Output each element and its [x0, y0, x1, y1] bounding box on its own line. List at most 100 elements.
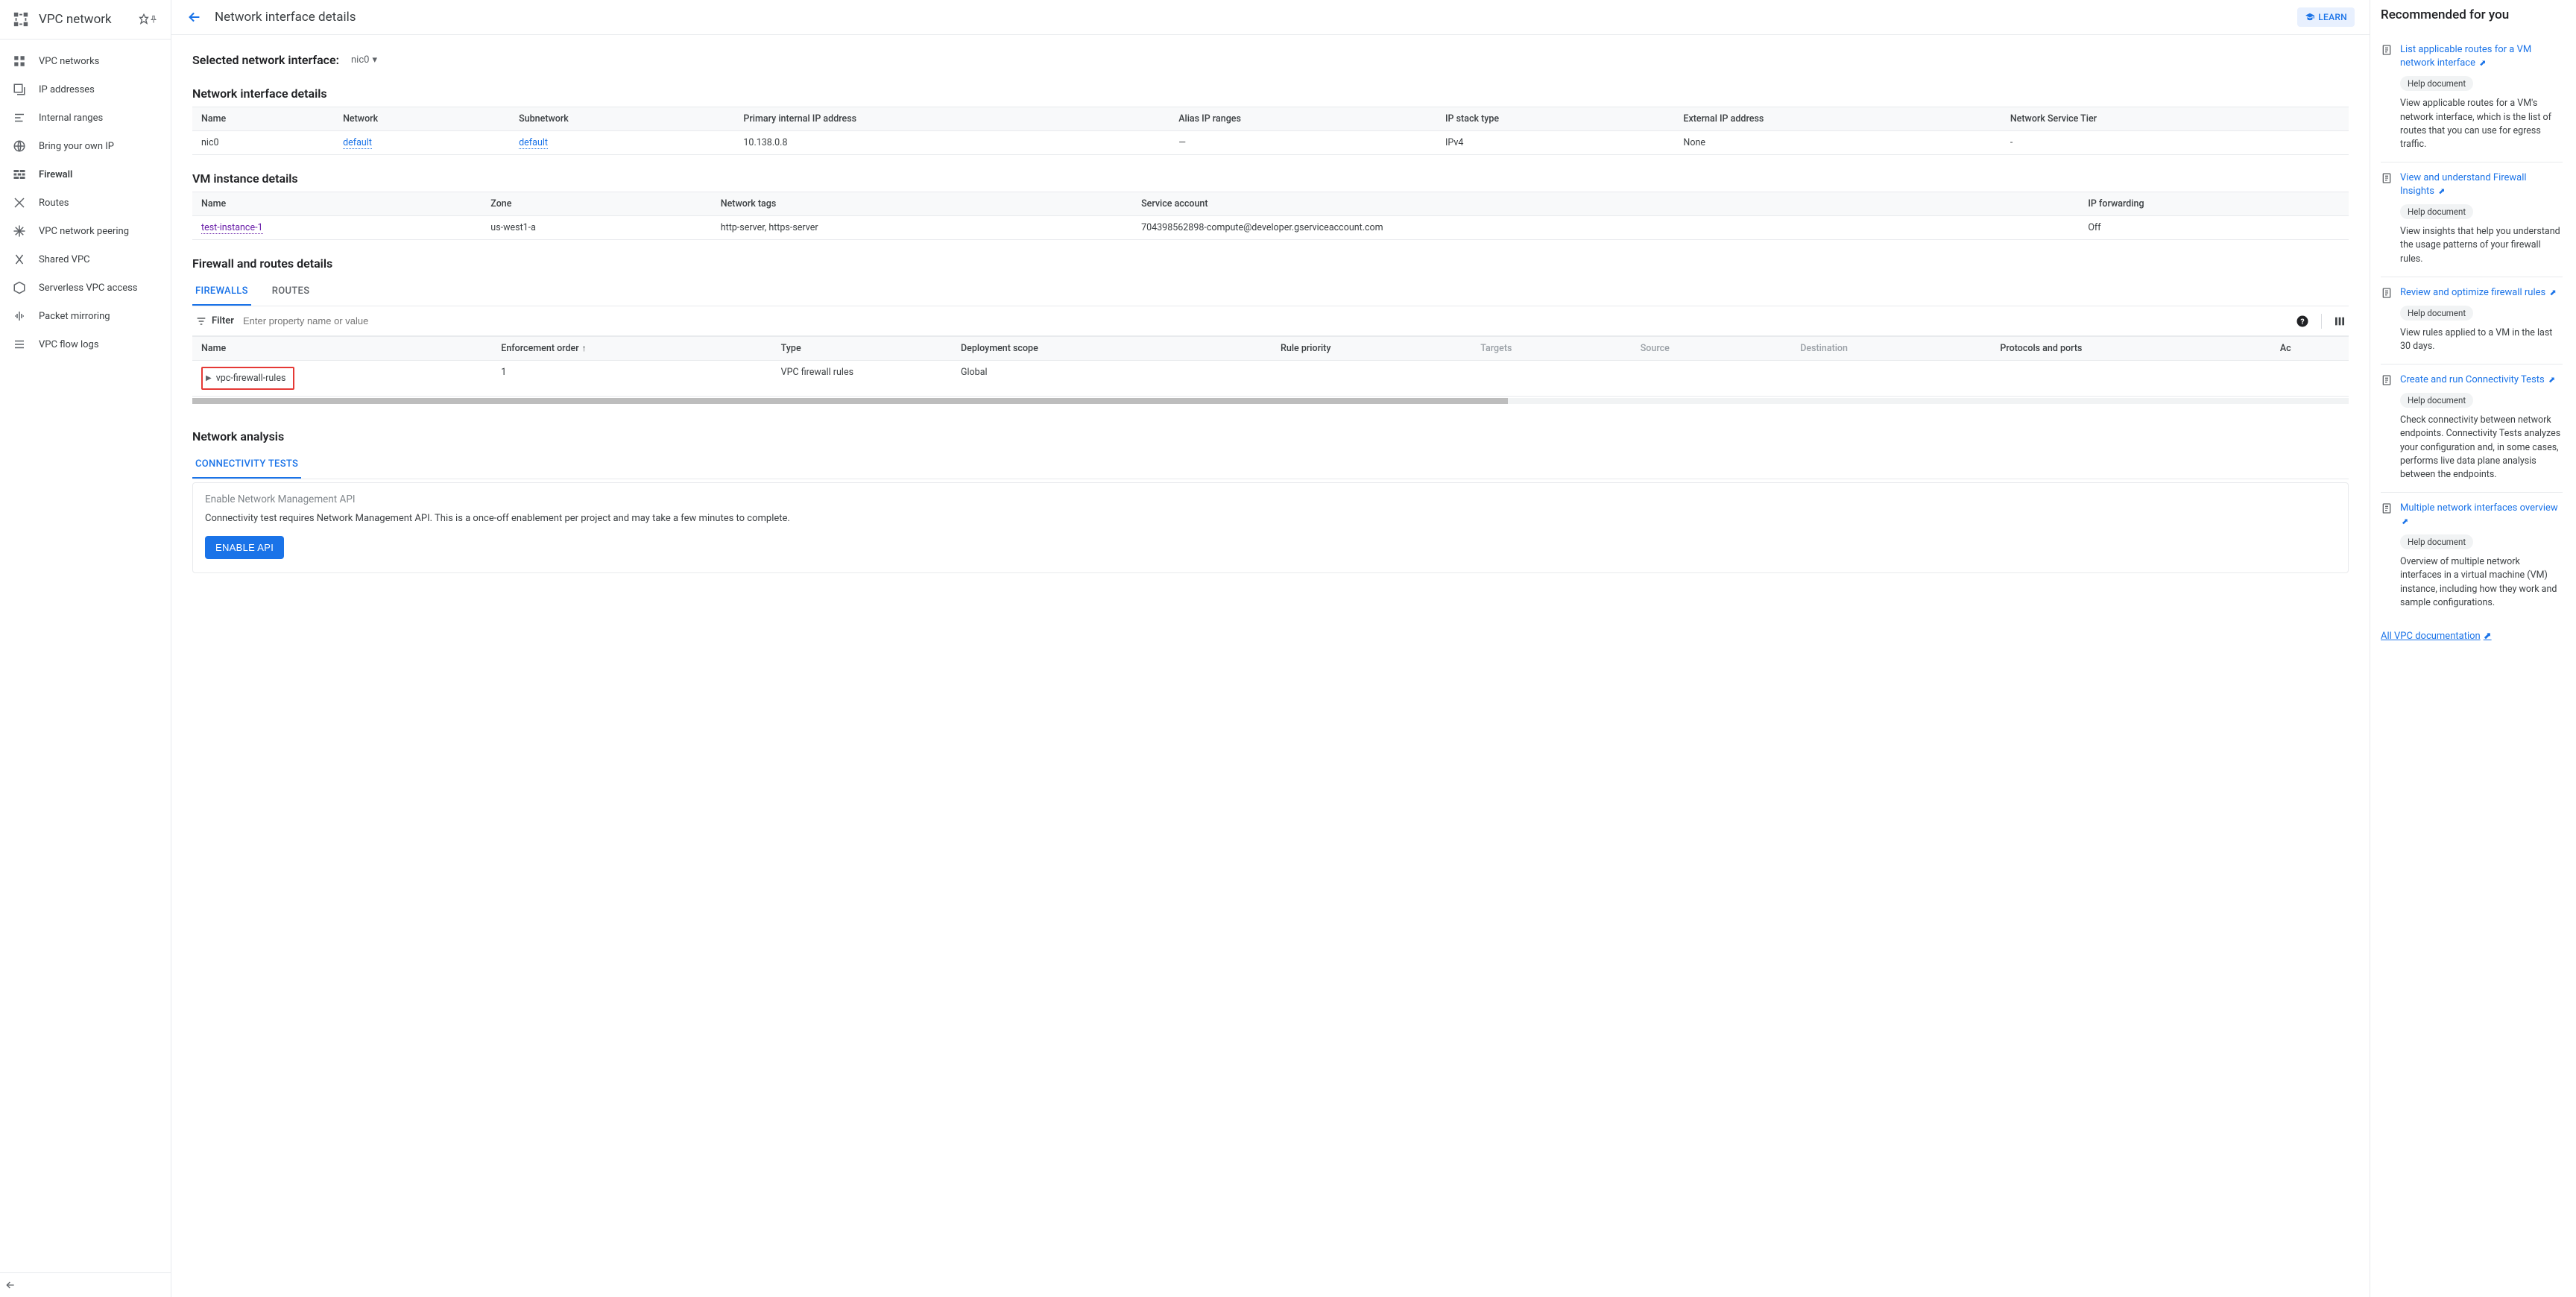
pin-icon[interactable]	[148, 14, 159, 25]
col-h: Subnetwork	[510, 107, 734, 131]
sidebar-item-vpc-networks[interactable]: VPC networks	[0, 47, 171, 75]
sidebar-item-flow-logs[interactable]: VPC flow logs	[0, 330, 171, 359]
document-icon	[2381, 172, 2393, 184]
col-h[interactable]: Destination	[1791, 337, 1991, 361]
serverless-icon	[12, 280, 27, 295]
nav-label: Internal ranges	[39, 113, 103, 124]
rec-link[interactable]: List applicable routes for a VM network …	[2400, 43, 2563, 70]
cell: -	[2001, 131, 2349, 155]
col-h[interactable]: Enforcement order↑	[492, 337, 771, 361]
sidebar-item-peering[interactable]: VPC network peering	[0, 217, 171, 245]
api-title: Enable Network Management API	[205, 493, 2336, 505]
sidebar-item-shared-vpc[interactable]: Shared VPC	[0, 245, 171, 274]
byoip-icon	[12, 139, 27, 154]
horizontal-scrollbar[interactable]	[192, 398, 2349, 404]
sort-asc-icon: ↑	[582, 343, 587, 353]
rec-link[interactable]: Create and run Connectivity Tests ⬈	[2400, 373, 2555, 387]
learn-button[interactable]: LEARN	[2297, 7, 2355, 27]
help-badge: Help document	[2400, 393, 2473, 408]
all-docs-link[interactable]: All VPC documentation ⬈	[2381, 631, 2492, 642]
table-row: test-instance-1 us-west1-a http-server, …	[192, 216, 2349, 240]
nic-selector[interactable]: nic0 ▾	[348, 53, 380, 67]
rec-link[interactable]: Multiple network interfaces overview ⬈	[2400, 502, 2563, 528]
rule-name: vpc-firewall-rules	[216, 373, 286, 384]
sidebar-footer	[0, 1272, 171, 1297]
collapse-sidebar-icon[interactable]	[4, 1279, 166, 1291]
col-h: External IP address	[1674, 107, 2001, 131]
instance-link[interactable]: test-instance-1	[201, 222, 263, 234]
rec-item: Review and optimize firewall rules ⬈ Hel…	[2381, 277, 2563, 365]
cell	[1991, 361, 2270, 397]
nic-details-table: Name Network Subnetwork Primary internal…	[192, 107, 2349, 155]
table-row[interactable]: ▶ vpc-firewall-rules 1 VPC firewall rule…	[192, 361, 2349, 397]
col-h[interactable]: Type	[772, 337, 952, 361]
col-h[interactable]: Name	[192, 337, 492, 361]
enable-api-button[interactable]: ENABLE API	[205, 536, 284, 559]
firewall-routes-title: Firewall and routes details	[192, 256, 2349, 271]
expand-arrow-icon[interactable]: ▶	[206, 374, 212, 382]
sidebar: VPC network VPC networks IP addresses In…	[0, 0, 171, 1297]
sidebar-item-packet-mirroring[interactable]: Packet mirroring	[0, 302, 171, 330]
external-link-icon: ⬈	[2479, 58, 2486, 68]
routes-icon	[12, 195, 27, 210]
col-h: Alias IP ranges	[1169, 107, 1436, 131]
sidebar-item-internal-ranges[interactable]: Internal ranges	[0, 104, 171, 132]
packet-mirroring-icon	[12, 309, 27, 324]
rec-item: View and understand Firewall Insights ⬈ …	[2381, 162, 2563, 277]
sidebar-item-serverless[interactable]: Serverless VPC access	[0, 274, 171, 302]
firewall-table: Name Enforcement order↑ Type Deployment …	[192, 336, 2349, 397]
rec-item: Create and run Connectivity Tests ⬈ Help…	[2381, 365, 2563, 493]
cell: —	[1169, 131, 1436, 155]
nav-label: Packet mirroring	[39, 311, 110, 322]
col-h[interactable]: Deployment scope	[952, 337, 1272, 361]
col-h: Name	[192, 192, 482, 216]
filter-input[interactable]	[240, 312, 2290, 329]
ip-addresses-icon	[12, 82, 27, 97]
col-h: Service account	[1132, 192, 2079, 216]
external-link-icon: ⬈	[2549, 288, 2556, 297]
cell: 1	[492, 361, 771, 397]
sidebar-item-byoip[interactable]: Bring your own IP	[0, 132, 171, 160]
tab-firewalls[interactable]: FIREWALLS	[192, 278, 251, 306]
subnetwork-link[interactable]: default	[519, 137, 548, 149]
cell: us-west1-a	[482, 216, 711, 240]
help-badge: Help document	[2400, 204, 2473, 219]
rec-desc: View rules applied to a VM in the last 3…	[2400, 326, 2563, 353]
sidebar-item-ip-addresses[interactable]: IP addresses	[0, 75, 171, 104]
nav-label: Shared VPC	[39, 254, 90, 265]
col-h[interactable]: Ac	[2271, 337, 2349, 361]
cell	[1791, 361, 1991, 397]
firewall-table-wrap: Name Enforcement order↑ Type Deployment …	[192, 336, 2349, 397]
col-h[interactable]: Protocols and ports	[1991, 337, 2270, 361]
sidebar-item-routes[interactable]: Routes	[0, 189, 171, 217]
sidebar-item-firewall[interactable]: Firewall	[0, 160, 171, 189]
divider	[2321, 314, 2322, 329]
rec-item: Multiple network interfaces overview ⬈ H…	[2381, 493, 2563, 620]
rec-link[interactable]: View and understand Firewall Insights ⬈	[2400, 171, 2563, 198]
help-badge: Help document	[2400, 76, 2473, 91]
columns-icon[interactable]	[2334, 315, 2346, 327]
col-h[interactable]: Source	[1632, 337, 1792, 361]
network-link[interactable]: default	[343, 137, 372, 149]
analysis-box: Enable Network Management API Connectivi…	[192, 482, 2349, 573]
rec-link[interactable]: Review and optimize firewall rules ⬈	[2400, 286, 2557, 300]
vm-details-title: VM instance details	[192, 171, 2349, 186]
filter-label: Filter	[212, 315, 234, 326]
rec-desc: Overview of multiple network interfaces …	[2400, 555, 2563, 610]
table-row: nic0 default default 10.138.0.8 — IPv4 N…	[192, 131, 2349, 155]
help-icon[interactable]: ?	[2296, 315, 2309, 328]
cell	[1632, 361, 1792, 397]
tab-connectivity-tests[interactable]: CONNECTIVITY TESTS	[192, 451, 301, 479]
tab-routes[interactable]: ROUTES	[269, 278, 313, 306]
col-h[interactable]: Targets	[1471, 337, 1632, 361]
document-icon	[2381, 44, 2393, 56]
cell: None	[1674, 131, 2001, 155]
col-h[interactable]: Rule priority	[1272, 337, 1471, 361]
help-badge: Help document	[2400, 534, 2473, 549]
rec-desc: View insights that help you understand t…	[2400, 225, 2563, 265]
document-icon	[2381, 287, 2393, 299]
cell: nic0	[192, 131, 334, 155]
back-arrow-icon[interactable]	[186, 9, 203, 25]
col-h: IP stack type	[1436, 107, 1674, 131]
product-title: VPC network	[39, 12, 129, 27]
